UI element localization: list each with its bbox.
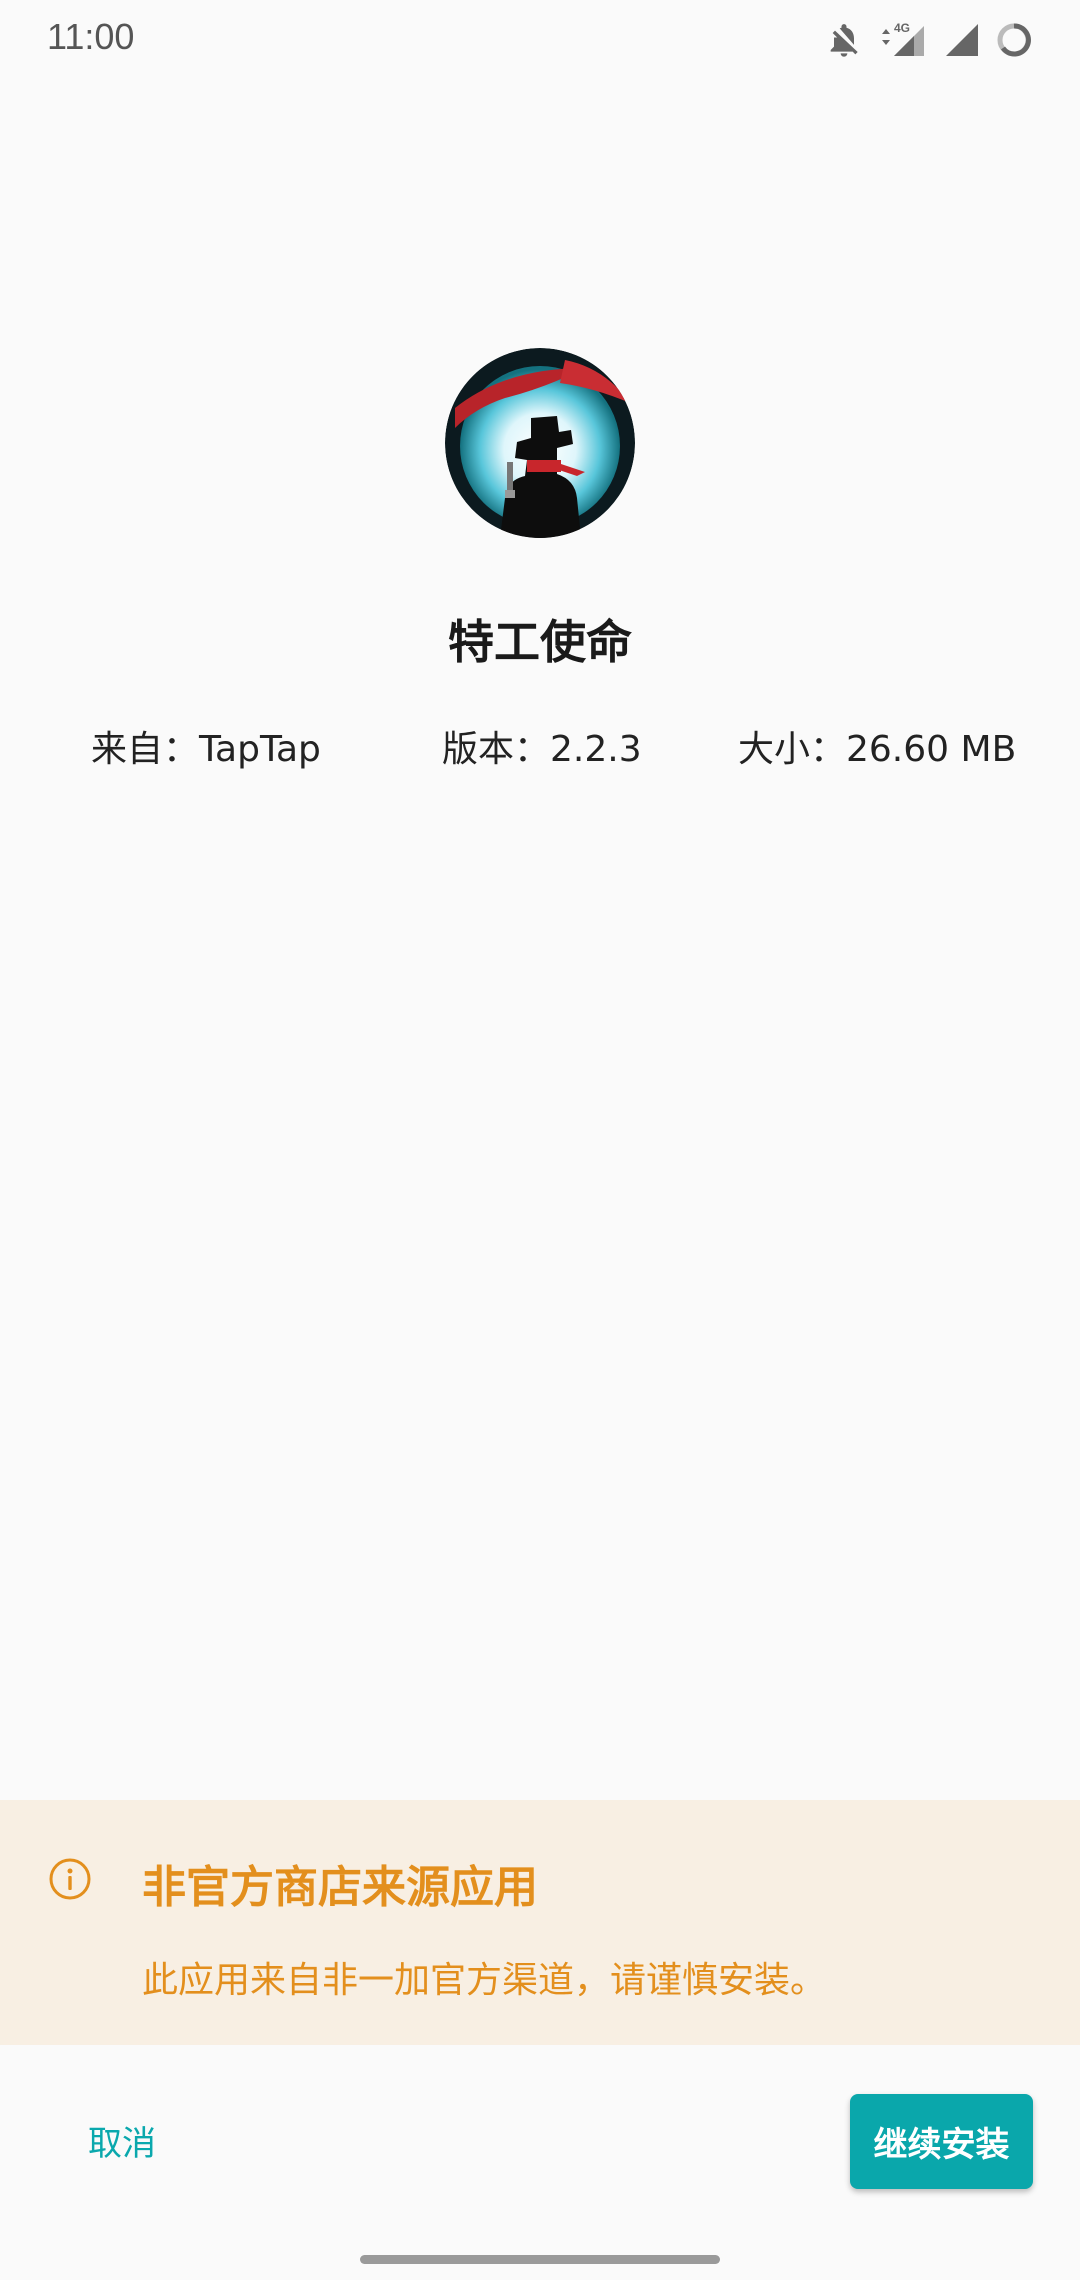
warning-banner: 非官方商店来源应用 此应用来自非一加官方渠道，请谨慎安装。 bbox=[0, 1800, 1080, 2045]
app-name: 特工使命 bbox=[448, 615, 632, 669]
bell-off-icon bbox=[830, 24, 858, 57]
app-meta-row: 来自：TapTap 版本：2.2.3 大小：26.60 MB bbox=[0, 720, 1080, 772]
app-icon bbox=[445, 348, 635, 538]
warning-title: 非官方商店来源应用 bbox=[142, 1862, 538, 1913]
status-bar: 11:00 4G bbox=[0, 0, 1080, 80]
cancel-button[interactable]: 取消 bbox=[62, 2108, 182, 2172]
ninja-game-icon bbox=[445, 348, 635, 538]
status-icons: 4G bbox=[824, 18, 1034, 62]
continue-install-button[interactable]: 继续安装 bbox=[850, 2094, 1033, 2189]
signal-icon bbox=[946, 24, 978, 56]
app-size: 大小：26.60 MB bbox=[738, 729, 1017, 770]
app-source: 来自：TapTap bbox=[91, 729, 321, 770]
signal-4g-icon: 4G bbox=[882, 21, 924, 56]
status-time: 11:00 bbox=[47, 16, 135, 57]
battery-ring-icon bbox=[997, 23, 1031, 57]
app-version: 版本：2.2.3 bbox=[442, 729, 642, 770]
gesture-nav-bar[interactable] bbox=[360, 2255, 720, 2264]
info-circle-icon bbox=[49, 1858, 91, 1900]
warning-message: 此应用来自非一加官方渠道，请谨慎安装。 bbox=[142, 1960, 827, 2001]
svg-text:4G: 4G bbox=[894, 21, 910, 35]
